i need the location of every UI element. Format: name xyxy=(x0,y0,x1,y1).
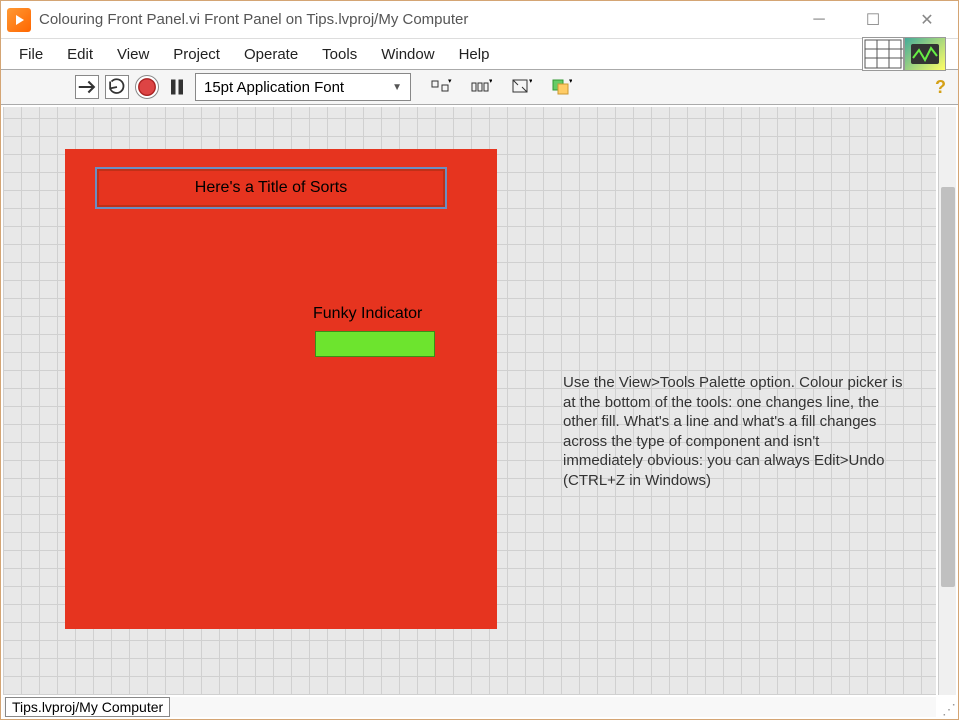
titlebar: Colouring Front Panel.vi Front Panel on … xyxy=(1,1,958,39)
svg-text:▾: ▾ xyxy=(569,78,572,85)
title-string-indicator[interactable]: Here's a Title of Sorts xyxy=(95,167,447,209)
front-panel-canvas[interactable]: Here's a Title of Sorts Funky Indicator … xyxy=(3,107,936,695)
font-label: 15pt Application Font xyxy=(204,79,344,96)
indicator-label[interactable]: Funky Indicator xyxy=(313,305,422,323)
reorder-button[interactable]: ▾ xyxy=(547,75,575,99)
align-objects-button[interactable]: ▾ xyxy=(427,75,455,99)
chevron-down-icon: ▼ xyxy=(392,82,402,93)
funky-indicator[interactable] xyxy=(315,331,435,357)
menu-tools[interactable]: Tools xyxy=(312,42,367,67)
menu-project[interactable]: Project xyxy=(163,42,230,67)
run-continuous-button[interactable] xyxy=(105,75,129,99)
close-button[interactable]: ✕ xyxy=(914,7,940,33)
labview-app-icon xyxy=(7,8,31,32)
window-title: Colouring Front Panel.vi Front Panel on … xyxy=(39,11,806,28)
abort-button[interactable] xyxy=(135,75,159,99)
vi-icon[interactable] xyxy=(904,37,946,71)
menubar: File Edit View Project Operate Tools Win… xyxy=(1,39,958,69)
pause-button[interactable] xyxy=(165,75,189,99)
toolbar: 15pt Application Font ▼ ▾ ▾ ▾ ▾ ? xyxy=(1,69,958,105)
resize-objects-button[interactable]: ▾ xyxy=(507,75,535,99)
context-help-button[interactable]: ? xyxy=(935,77,946,98)
svg-text:▾: ▾ xyxy=(529,78,532,85)
status-bar: Tips.lvproj/My Computer xyxy=(3,697,936,717)
svg-text:▾: ▾ xyxy=(489,78,492,85)
run-button[interactable] xyxy=(75,75,99,99)
font-dropdown[interactable]: 15pt Application Font ▼ xyxy=(195,73,411,101)
maximize-button[interactable]: ☐ xyxy=(860,7,886,33)
menu-operate[interactable]: Operate xyxy=(234,42,308,67)
menu-edit[interactable]: Edit xyxy=(57,42,103,67)
title-text: Here's a Title of Sorts xyxy=(195,179,347,197)
svg-text:▾: ▾ xyxy=(448,78,452,85)
connector-pane-icon[interactable] xyxy=(862,37,904,71)
scrollbar-thumb[interactable] xyxy=(941,187,955,587)
instruction-text[interactable]: Use the View>Tools Palette option. Colou… xyxy=(563,373,903,490)
menu-window[interactable]: Window xyxy=(371,42,444,67)
resize-grip[interactable]: ⋰ xyxy=(940,701,956,717)
project-path-status: Tips.lvproj/My Computer xyxy=(5,697,170,717)
vertical-scrollbar[interactable] xyxy=(938,107,956,695)
minimize-button[interactable]: ─ xyxy=(806,7,832,33)
menu-view[interactable]: View xyxy=(107,42,159,67)
decoration-panel[interactable]: Here's a Title of Sorts Funky Indicator xyxy=(65,149,497,629)
menu-help[interactable]: Help xyxy=(449,42,500,67)
distribute-objects-button[interactable]: ▾ xyxy=(467,75,495,99)
menu-file[interactable]: File xyxy=(9,42,53,67)
